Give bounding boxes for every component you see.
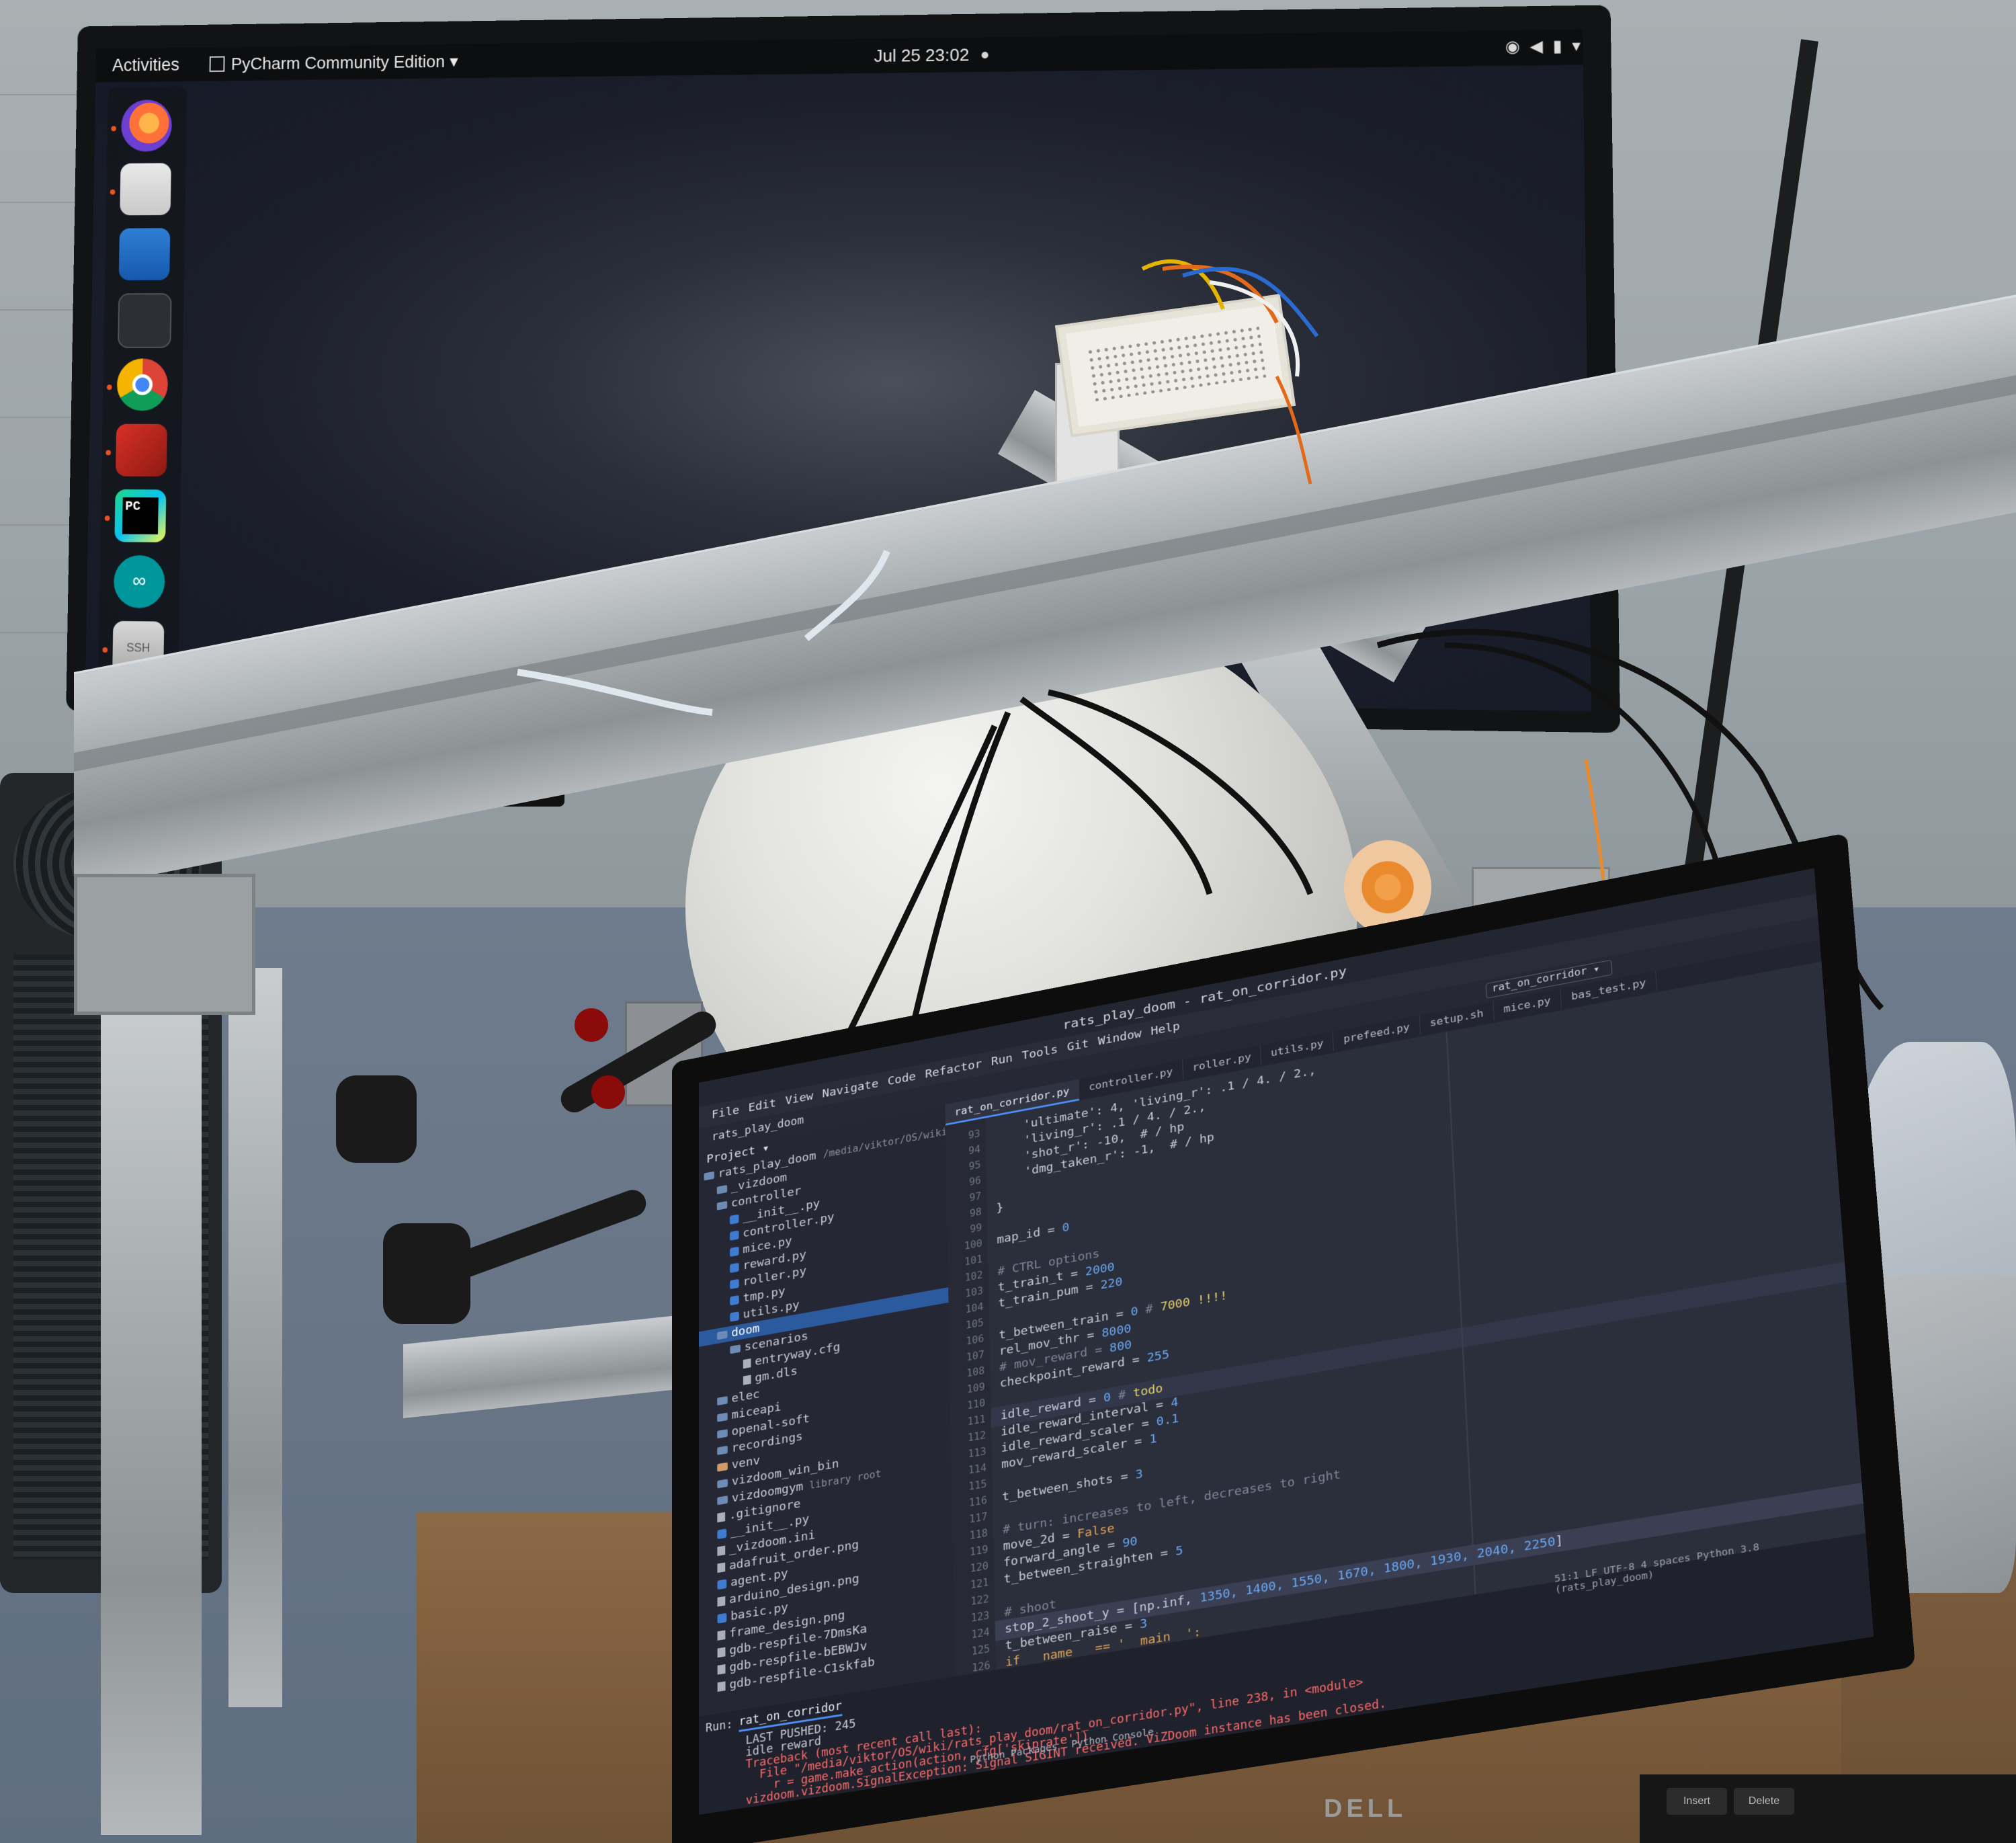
folder-icon <box>717 1496 728 1505</box>
tubing <box>517 672 712 712</box>
file-icon <box>717 1546 725 1556</box>
python-file-icon <box>730 1215 739 1225</box>
folder-icon <box>730 1344 741 1354</box>
jumper-wire <box>1163 267 1277 323</box>
laptop-keyboard: Insert Delete <box>1640 1774 2016 1843</box>
tree-item-label: venv <box>732 1454 760 1472</box>
insert-key[interactable]: Insert <box>1667 1788 1727 1815</box>
folder-icon <box>717 1446 728 1455</box>
code-token: 4 <box>1171 1395 1179 1410</box>
folder-icon <box>717 1429 728 1438</box>
folder-icon <box>717 1201 727 1211</box>
delete-key[interactable]: Delete <box>1734 1788 1794 1815</box>
file-icon <box>718 1647 726 1658</box>
cable <box>1048 692 1310 894</box>
code-token: 0 <box>1130 1305 1138 1319</box>
folder-icon <box>704 1172 714 1181</box>
file-icon <box>717 1512 725 1522</box>
folder-icon <box>717 1463 728 1472</box>
menu-item[interactable]: Edit <box>749 1096 777 1114</box>
folder-icon <box>717 1479 728 1488</box>
photo-scene: Activities PyCharm Community Edition ▾ J… <box>0 0 2016 1843</box>
menu-item[interactable]: File <box>712 1104 739 1122</box>
cable <box>1021 699 1210 894</box>
tubing <box>806 551 887 639</box>
menu-item[interactable]: Help <box>1150 1020 1180 1038</box>
python-file-icon <box>730 1295 739 1305</box>
python-file-icon <box>717 1579 726 1590</box>
menu-item[interactable]: View <box>785 1090 813 1108</box>
file-icon <box>717 1563 725 1573</box>
dell-logo: DELL <box>1324 1795 1406 1824</box>
jumper-wire <box>1277 376 1310 484</box>
menu-item[interactable]: Code <box>888 1070 916 1088</box>
folder-icon <box>717 1185 727 1194</box>
tree-item-label: doom <box>731 1321 759 1340</box>
python-file-icon <box>730 1311 739 1321</box>
file-icon <box>717 1596 725 1606</box>
menu-item[interactable]: Tools <box>1021 1043 1058 1063</box>
code-token: 3 <box>1135 1467 1143 1482</box>
folder-icon <box>717 1330 727 1340</box>
file-icon <box>718 1681 726 1692</box>
run-label: Run: <box>706 1718 733 1735</box>
python-file-icon <box>730 1263 739 1273</box>
file-icon <box>743 1375 751 1385</box>
file-icon <box>718 1664 726 1675</box>
tree-item-label: elec <box>731 1387 759 1405</box>
cable <box>1445 645 1720 874</box>
code-token: 0 <box>1103 1390 1111 1405</box>
code-token: 1 <box>1149 1432 1157 1446</box>
folder-icon <box>717 1413 728 1422</box>
python-file-icon <box>730 1247 739 1257</box>
python-file-icon <box>730 1279 739 1289</box>
menu-item[interactable]: Run <box>991 1051 1013 1068</box>
menu-item[interactable]: Window <box>1098 1027 1142 1049</box>
folder-icon <box>717 1396 728 1405</box>
code-token: 3 <box>1140 1616 1148 1632</box>
python-file-icon <box>730 1231 739 1241</box>
project-tool-window: Project ▾ rats_play_doom /media/viktor/O… <box>699 1104 955 1716</box>
code-token: 5 <box>1175 1543 1183 1559</box>
code-token: 0 <box>1062 1221 1069 1235</box>
file-icon <box>718 1630 726 1641</box>
python-file-icon <box>717 1528 726 1539</box>
jumper-wire <box>1183 269 1317 336</box>
code-token: } <box>996 1200 1003 1215</box>
code-token: ] <box>1555 1533 1564 1549</box>
file-icon <box>743 1358 751 1368</box>
python-file-icon <box>718 1613 727 1624</box>
menu-item[interactable]: Git <box>1067 1037 1089 1054</box>
